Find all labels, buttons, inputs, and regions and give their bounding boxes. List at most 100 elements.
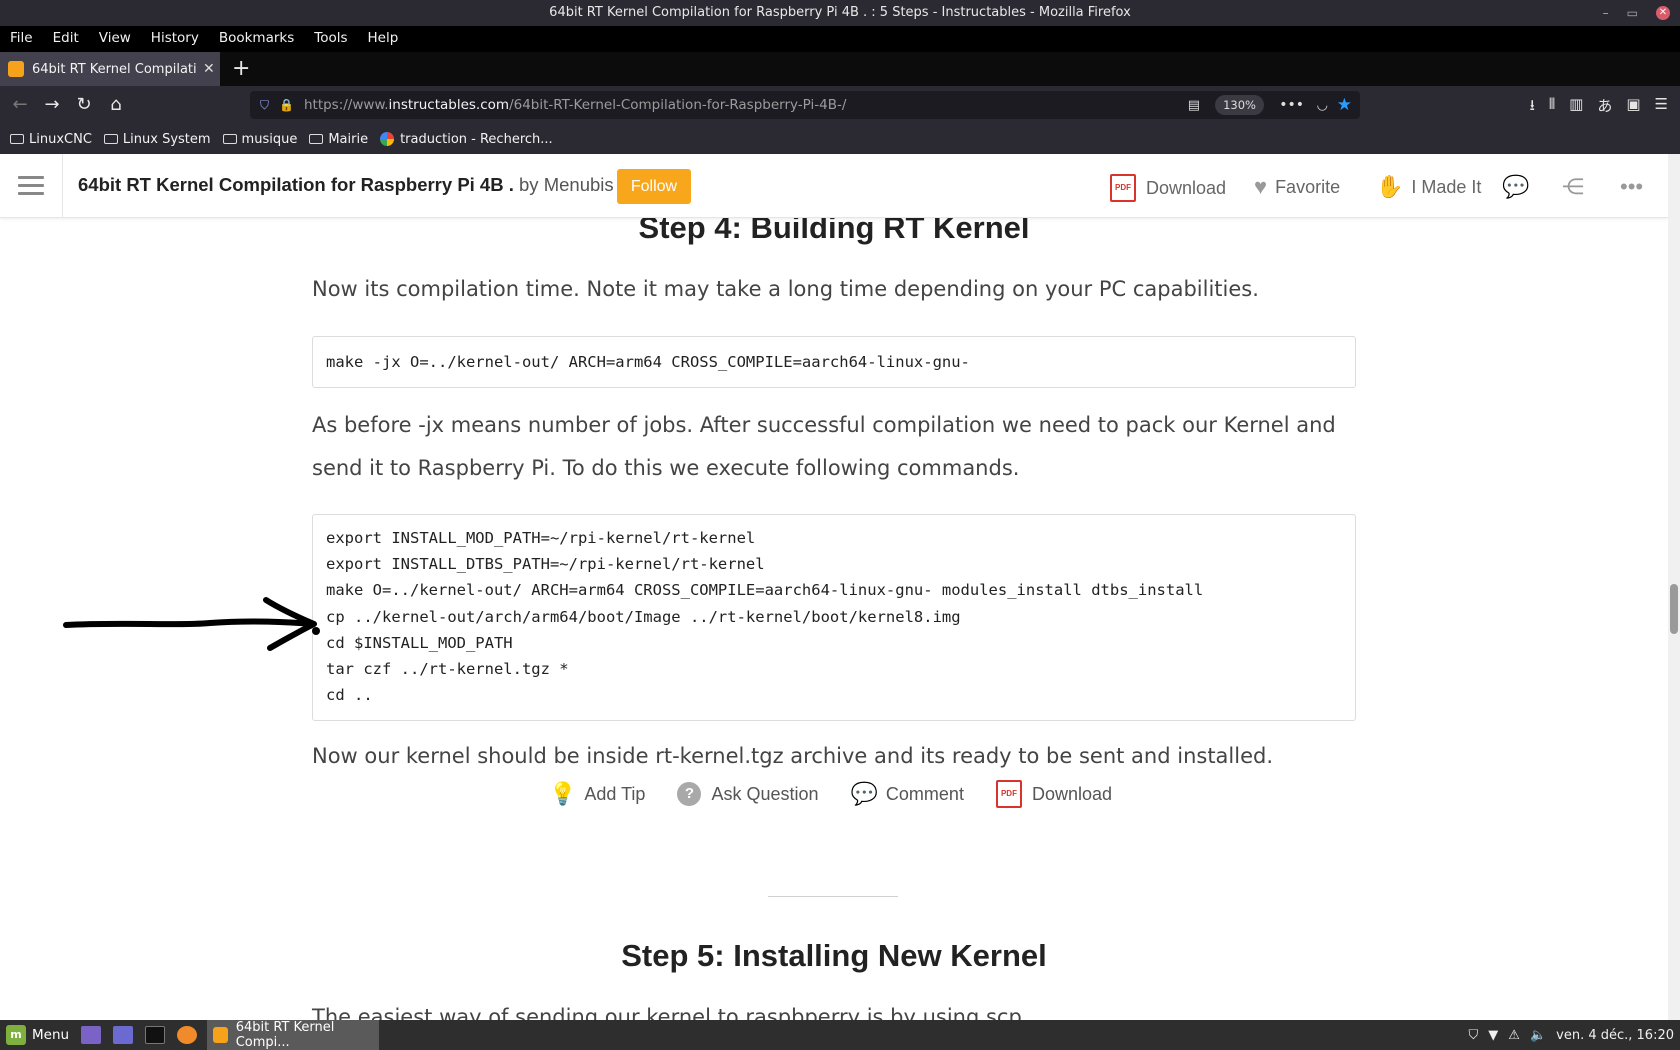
window-controls: – ▭ ✕ bbox=[1603, 0, 1670, 26]
volume-icon[interactable]: 🔈 bbox=[1530, 1028, 1546, 1043]
i-made-it-button[interactable]: ✋ I Made It bbox=[1376, 174, 1481, 200]
clock[interactable]: ven. 4 déc., 16:20 bbox=[1556, 1028, 1674, 1043]
hamburger-menu-icon[interactable] bbox=[18, 176, 44, 200]
downloads-icon[interactable]: ⭳ bbox=[1530, 95, 1535, 120]
library-icon[interactable]: ⫴ bbox=[1549, 95, 1555, 120]
follow-button[interactable]: Follow bbox=[617, 169, 691, 204]
more-options-button[interactable]: ••• bbox=[1620, 174, 1651, 200]
app-menu-icon[interactable]: ☰ bbox=[1655, 95, 1668, 120]
menu-file[interactable]: File bbox=[10, 26, 33, 52]
step-4-paragraph-2: As before -jx means number of jobs. Afte… bbox=[312, 413, 1336, 480]
url-bar[interactable]: ⛉ 🔒 https://www.instructables.com/64bit-… bbox=[250, 91, 1360, 119]
translate-icon[interactable]: あ bbox=[1597, 95, 1612, 120]
bookmark-mairie[interactable]: Mairie bbox=[309, 132, 368, 147]
page-actions-icon[interactable]: ••• bbox=[1279, 97, 1304, 113]
pdf-icon: PDF bbox=[995, 780, 1022, 808]
tab-active[interactable]: 64bit RT Kernel Compilation for Raspberr… bbox=[0, 52, 220, 86]
tab-title: 64bit RT Kernel Compilation for Raspberr… bbox=[32, 61, 197, 77]
system-tray: ⛉ ▼ ⚠ 🔈 ven. 4 déc., 16:20 bbox=[1469, 1020, 1674, 1050]
folder-icon bbox=[309, 134, 324, 144]
step-actions: 💡 Add Tip ? Ask Question 💬 Comment PDF Downl… bbox=[549, 780, 1144, 808]
google-icon bbox=[380, 132, 395, 146]
new-tab-button[interactable]: + bbox=[232, 56, 250, 81]
warning-icon[interactable]: ⚠ bbox=[1508, 1028, 1520, 1043]
tracking-shield-icon[interactable]: ⛉ bbox=[260, 98, 269, 113]
add-tip-button[interactable]: 💡 Add Tip bbox=[549, 781, 645, 807]
project-title: 64bit RT Kernel Compilation for Raspberr… bbox=[78, 174, 614, 195]
page-content: Step 4: Building RT Kernel Now its compi… bbox=[0, 154, 1668, 1020]
author-link[interactable]: Menubis bbox=[544, 174, 614, 195]
menu-bookmarks[interactable]: Bookmarks bbox=[219, 26, 294, 52]
bookmark-musique[interactable]: musique bbox=[222, 132, 297, 147]
bookmark-traduction[interactable]: traduction - Recherch... bbox=[380, 132, 553, 147]
terminal-icon[interactable] bbox=[145, 1026, 166, 1044]
window-titlebar: 64bit RT Kernel Compilation for Raspberr… bbox=[0, 0, 1680, 26]
home-icon[interactable]: ⌂ bbox=[104, 93, 128, 117]
heart-icon: ♥ bbox=[1254, 174, 1268, 199]
hand-drawn-arrow-icon bbox=[63, 597, 320, 651]
menu-tools[interactable]: Tools bbox=[314, 26, 347, 52]
shield-icon[interactable]: ⛉ bbox=[1469, 1028, 1479, 1043]
step-5-heading: Step 5: Installing New Kernel bbox=[621, 938, 1047, 973]
menu-help[interactable]: Help bbox=[368, 26, 399, 52]
folder-icon bbox=[103, 134, 118, 144]
close-window-button[interactable]: ✕ bbox=[1656, 6, 1670, 20]
url-text[interactable]: https://www.instructables.com/64bit-RT-K… bbox=[304, 97, 846, 113]
taskbar-window-firefox[interactable]: 64bit RT Kernel Compi... bbox=[207, 1020, 380, 1050]
navigation-toolbar: ← → ↻ ⌂ ⛉ 🔒 https://www.instructables.co… bbox=[0, 86, 1680, 124]
show-desktop-icon[interactable] bbox=[81, 1026, 102, 1044]
folder-icon bbox=[10, 134, 24, 144]
pocket-icon[interactable]: ◡ bbox=[1317, 98, 1328, 113]
favicon-icon bbox=[213, 1027, 228, 1043]
header-separator bbox=[62, 154, 63, 218]
comment-icon: 💬 bbox=[850, 781, 878, 806]
lock-icon[interactable]: 🔒 bbox=[279, 98, 294, 112]
back-icon[interactable]: ← bbox=[8, 93, 32, 117]
project-name: 64bit RT Kernel Compilation for Raspberr… bbox=[78, 174, 514, 195]
favicon-icon bbox=[8, 61, 24, 77]
firefox-launcher-icon[interactable] bbox=[177, 1026, 198, 1044]
scrollbar-thumb[interactable] bbox=[1670, 584, 1678, 634]
ask-question-button[interactable]: ? Ask Question bbox=[677, 782, 819, 806]
ellipsis-icon: ••• bbox=[1620, 174, 1644, 199]
toolbar-icons: ⭳ ⫴ ▥ あ ▣ ☰ bbox=[1530, 95, 1668, 120]
mint-logo-icon: m bbox=[6, 1025, 26, 1045]
menu-history[interactable]: History bbox=[151, 26, 199, 52]
comments-button[interactable]: 💬 bbox=[1502, 174, 1537, 200]
minimize-button[interactable]: – bbox=[1603, 0, 1609, 26]
zoom-level[interactable]: 130% bbox=[1215, 95, 1264, 115]
share-button[interactable]: ⋲ bbox=[1562, 174, 1592, 200]
menubar: File Edit View History Bookmarks Tools H… bbox=[0, 26, 1680, 52]
bookmarks-toolbar: LinuxCNC Linux System musique Mairie tra… bbox=[0, 124, 1680, 154]
screenshot-icon[interactable]: ▣ bbox=[1626, 95, 1640, 120]
window-title: 64bit RT Kernel Compilation for Raspberr… bbox=[549, 5, 1131, 20]
download-button[interactable]: PDF Download bbox=[1110, 174, 1226, 202]
code-block-2: export INSTALL_MOD_PATH=~/rpi-kernel/rt-… bbox=[312, 514, 1356, 721]
comments-icon: 💬 bbox=[1502, 174, 1530, 199]
files-icon[interactable] bbox=[113, 1026, 134, 1044]
hand-icon: ✋ bbox=[1376, 174, 1404, 199]
forward-icon[interactable]: → bbox=[40, 93, 64, 117]
code-block-1: make -jx O=../kernel-out/ ARCH=arm64 CRO… bbox=[312, 336, 1356, 388]
start-menu-button[interactable]: m Menu bbox=[6, 1025, 69, 1045]
section-divider bbox=[768, 896, 898, 897]
share-icon: ⋲ bbox=[1562, 174, 1584, 199]
menu-edit[interactable]: Edit bbox=[53, 26, 79, 52]
step-download-button[interactable]: PDF Download bbox=[995, 780, 1112, 808]
bookmark-linuxcnc[interactable]: LinuxCNC bbox=[10, 132, 92, 147]
menu-view[interactable]: View bbox=[99, 26, 131, 52]
step-4-paragraph-1: Now its compilation time. Note it may ta… bbox=[312, 277, 1259, 301]
bookmark-star-icon[interactable]: ★ bbox=[1337, 95, 1352, 115]
lightbulb-icon: 💡 bbox=[549, 781, 577, 806]
tab-close-icon[interactable]: ✕ bbox=[203, 61, 215, 77]
comment-button[interactable]: 💬 Comment bbox=[851, 781, 964, 807]
folder-icon bbox=[222, 134, 237, 144]
reader-view-icon[interactable]: ▤ bbox=[1188, 98, 1200, 113]
reload-icon[interactable]: ↻ bbox=[72, 93, 96, 117]
wifi-icon[interactable]: ▼ bbox=[1488, 1028, 1498, 1043]
bookmark-linux-system[interactable]: Linux System bbox=[103, 132, 211, 147]
sidebar-icon[interactable]: ▥ bbox=[1569, 95, 1583, 120]
maximize-button[interactable]: ▭ bbox=[1627, 0, 1638, 26]
favorite-button[interactable]: ♥ Favorite bbox=[1254, 174, 1340, 200]
page-scrollbar[interactable] bbox=[1668, 154, 1680, 1020]
